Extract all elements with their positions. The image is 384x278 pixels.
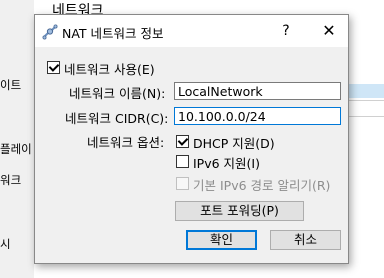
- network-cidr-input[interactable]: 10.100.0.0/24: [174, 107, 341, 125]
- enable-network-label[interactable]: 네트워크 사용(E): [64, 59, 155, 78]
- background-sidebar: 이트 플레이 워크 시: [0, 0, 34, 278]
- dialog-title: NAT 네트워크 정보: [62, 26, 164, 41]
- network-icon: [42, 24, 58, 40]
- network-options-label: 네트워크 옵션:: [87, 135, 165, 150]
- dialog-titlebar[interactable]: NAT 네트워크 정보 ? ✕: [35, 15, 348, 47]
- close-button[interactable]: ✕: [312, 17, 346, 45]
- bg-divider: [345, 116, 384, 117]
- dhcp-checkbox[interactable]: [176, 135, 189, 148]
- bg-sidebar-item[interactable]: 시: [0, 236, 11, 252]
- ipv6-checkbox[interactable]: [176, 155, 189, 168]
- help-button[interactable]: ?: [271, 17, 301, 45]
- network-cidr-label: 네트워크 CIDR(C):: [65, 111, 169, 126]
- bg-selected-row[interactable]: [345, 84, 384, 98]
- nat-network-dialog: NAT 네트워크 정보 ? ✕ 네트워크 사용(E) 네트워크 이름(N): L…: [34, 14, 349, 264]
- dhcp-label[interactable]: DHCP 지원(D): [193, 133, 275, 152]
- cancel-button[interactable]: 취소: [270, 230, 341, 250]
- network-name-label: 네트워크 이름(N):: [69, 86, 166, 101]
- bg-sidebar-item[interactable]: 워크: [0, 172, 21, 188]
- port-forwarding-button[interactable]: 포트 포워딩(P): [175, 201, 304, 221]
- network-name-input[interactable]: LocalNetwork: [174, 82, 341, 100]
- ipv6-default-route-checkbox: [176, 177, 189, 190]
- ipv6-label[interactable]: IPv6 지원(I): [193, 153, 260, 172]
- ok-button[interactable]: 확인: [186, 230, 257, 250]
- bg-sidebar-item[interactable]: 이트: [0, 77, 21, 93]
- enable-network-checkbox[interactable]: [47, 61, 60, 74]
- bg-sidebar-item[interactable]: 플레이: [0, 141, 32, 157]
- ipv6-default-route-label: 기본 IPv6 경로 알리기(R): [193, 178, 331, 193]
- bg-divider: [345, 100, 384, 101]
